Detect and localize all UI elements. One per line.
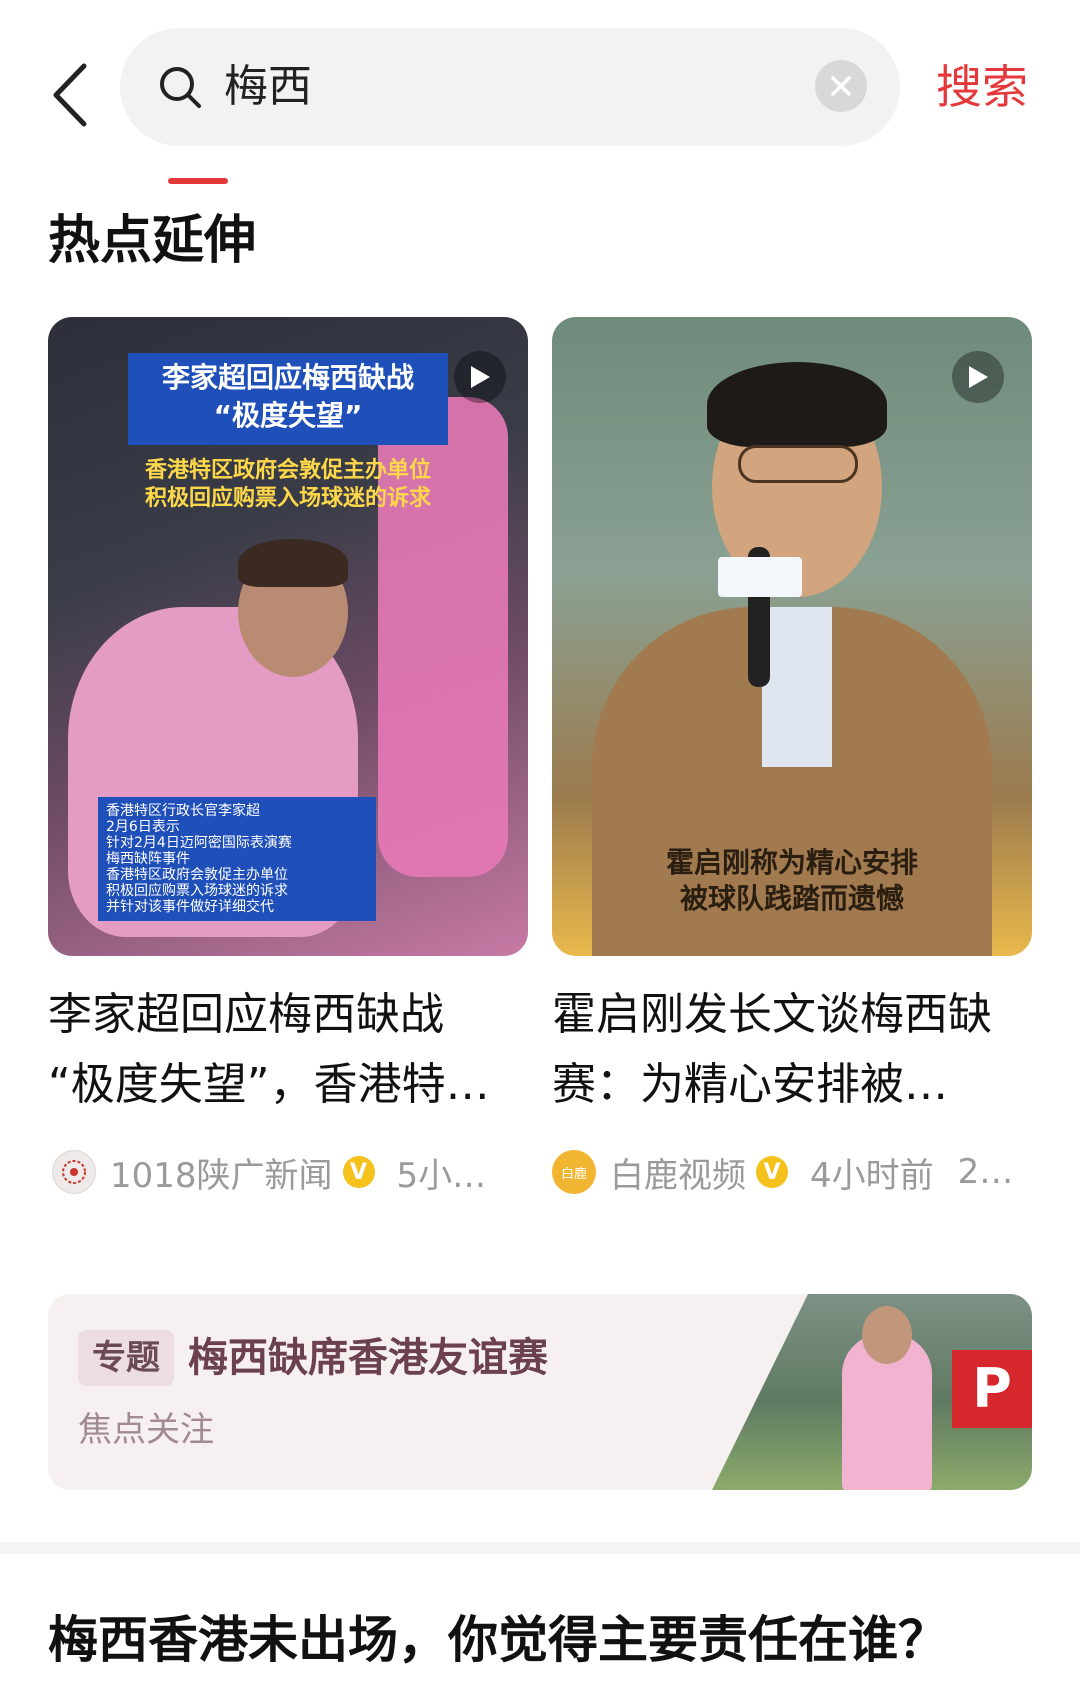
- player-hair: [238, 539, 348, 587]
- overlay-note-line: 梅西缺阵事件: [106, 851, 190, 867]
- view-count: 2…: [957, 1152, 1014, 1192]
- overlay-note: 香港特区行政长官李家超 2月6日表示 针对2月4日迈阿密国际表演赛 梅西缺阵事件…: [98, 797, 376, 921]
- chevron-left-icon: [53, 63, 87, 127]
- speaker-shirt: [762, 607, 832, 767]
- overlay-note-line: 针对2月4日迈阿密国际表演赛: [106, 835, 292, 851]
- back-button[interactable]: [40, 50, 100, 140]
- search-icon: [160, 67, 201, 108]
- poll-question[interactable]: 梅西香港未出场，你觉得主要责任在谁？: [48, 1604, 948, 1676]
- card-meta-2: 白鹿 白鹿视频 V 4小时前 2…: [552, 1148, 1032, 1196]
- verified-icon: V: [342, 1156, 375, 1188]
- overlay-note-line: 并针对该事件做好详细交代: [106, 899, 274, 915]
- overlay-headline-line: 李家超回应梅西缺战: [161, 361, 414, 394]
- section-divider: [0, 1542, 1080, 1554]
- publish-time: 4小时前: [810, 1155, 934, 1196]
- source-name[interactable]: 1018陕广新闻: [110, 1148, 333, 1197]
- radio-logo-icon: [62, 1160, 86, 1184]
- verified-icon: V: [756, 1156, 788, 1188]
- overlay-headline: 李家超回应梅西缺战 “极度失望”: [128, 353, 448, 445]
- overlay-subtitle-line: 香港特区政府会敦促主办单位: [144, 458, 431, 483]
- card-title-line: 霍启刚发长文谈梅西缺: [552, 989, 992, 1040]
- topic-subtitle: 焦点关注: [78, 1410, 214, 1450]
- overlay-subtitle-line: 积极回应购票入场球迷的诉求: [144, 486, 431, 511]
- thumbnail-caption: 霍启刚称为精心安排 被球队践踏而遗憾: [552, 845, 1032, 917]
- card-title-line: 赛：为精心安排被…: [552, 1059, 948, 1110]
- player-head: [862, 1306, 912, 1364]
- tab-indicator: [168, 178, 228, 184]
- sponsor-board: P: [952, 1350, 1032, 1428]
- card-title-line: 李家超回应梅西缺战: [48, 989, 444, 1040]
- avatar-text: 白鹿: [560, 1166, 587, 1182]
- section-title: 热点延伸: [48, 211, 257, 271]
- source-avatar[interactable]: 白鹿: [552, 1150, 596, 1194]
- overlay-headline-line: “极度失望”: [213, 399, 363, 432]
- play-icon: [952, 351, 1004, 403]
- topic-tag: 专题: [78, 1330, 174, 1386]
- close-icon: [831, 76, 851, 96]
- card-meta-1: 1018陕广新闻 V 5小…: [52, 1148, 522, 1196]
- card-title-line: “极度失望”，香港特…: [48, 1059, 490, 1110]
- overlay-note-line: 香港特区行政长官李家超: [106, 803, 260, 819]
- video-thumbnail-2[interactable]: 霍启刚称为精心安排 被球队践踏而遗憾: [552, 317, 1032, 956]
- glasses: [738, 445, 858, 483]
- card-title-1[interactable]: 李家超回应梅西缺战 “极度失望”，香港特…: [48, 980, 528, 1120]
- overlay-note-line: 2月6日表示: [106, 819, 180, 835]
- search-submit-button[interactable]: 搜索: [936, 56, 1028, 118]
- overlay-subtitle: 香港特区政府会敦促主办单位 积极回应购票入场球迷的诉求: [108, 457, 468, 513]
- topic-title: 梅西缺席香港友谊赛: [188, 1335, 548, 1381]
- search-input[interactable]: 梅西: [224, 56, 312, 118]
- overlay-note-line: 积极回应购票入场球迷的诉求: [106, 883, 288, 899]
- clear-search-button[interactable]: [815, 60, 867, 112]
- card-title-2[interactable]: 霍启刚发长文谈梅西缺 赛：为精心安排被…: [552, 980, 1032, 1120]
- video-thumbnail-1[interactable]: 李家超回应梅西缺战 “极度失望” 香港特区政府会敦促主办单位 积极回应购票入场球…: [48, 317, 528, 956]
- speaker-hair: [707, 362, 887, 447]
- thumbnail-caption-line: 霍启刚称为精心安排: [665, 846, 918, 879]
- source-name[interactable]: 白鹿视频: [610, 1148, 746, 1197]
- mic-flag: [718, 557, 802, 597]
- play-icon: [454, 351, 506, 403]
- overlay-note-line: 香港特区政府会敦促主办单位: [106, 867, 288, 883]
- publish-time: 5小…: [396, 1155, 487, 1196]
- thumbnail-caption-line: 被球队践踏而遗憾: [679, 882, 904, 915]
- source-avatar[interactable]: [52, 1150, 96, 1194]
